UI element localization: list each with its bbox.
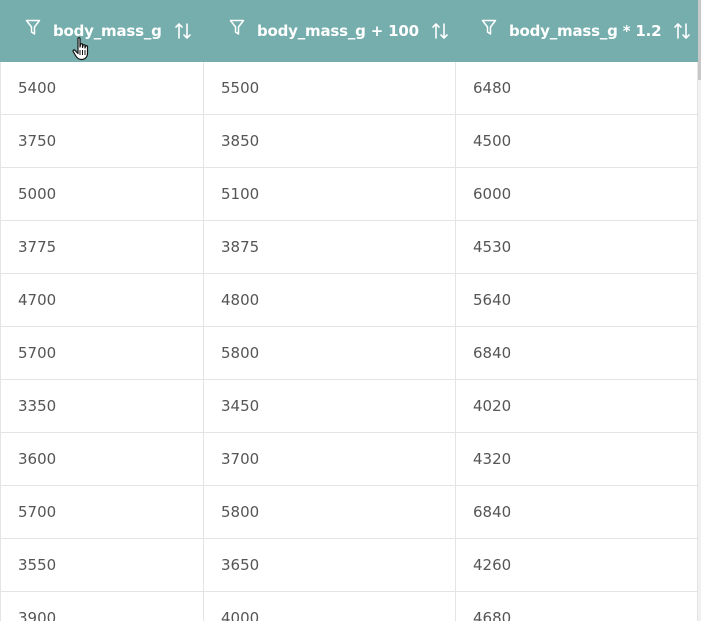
table-cell[interactable]: 3600 [0,433,204,485]
table-cell[interactable]: 6000 [456,168,698,220]
table-cell[interactable]: 4800 [204,274,456,326]
data-grid: body_mass_g body_mass_g + 100 body_mass_ [0,0,698,621]
table-cell[interactable]: 3750 [0,115,204,167]
sort-arrows-icon[interactable] [431,21,449,41]
data-grid-viewport: body_mass_g body_mass_g + 100 body_mass_ [0,0,701,621]
sort-arrows-icon[interactable] [174,21,192,41]
table-cell[interactable]: 3700 [204,433,456,485]
table-row[interactable]: 4700 4800 5640 [0,274,698,327]
filter-icon[interactable] [25,19,41,37]
filter-icon[interactable] [481,19,497,37]
table-cell[interactable]: 3900 [0,592,204,621]
filter-icon[interactable] [229,19,245,37]
table-cell[interactable]: 4680 [456,592,698,621]
table-row[interactable]: 3775 3875 4530 [0,221,698,274]
table-cell[interactable]: 4530 [456,221,698,273]
table-cell[interactable]: 5500 [204,62,456,114]
table-cell[interactable]: 5700 [0,486,204,538]
table-cell[interactable]: 4000 [204,592,456,621]
table-cell[interactable]: 4260 [456,539,698,591]
table-row[interactable]: 3750 3850 4500 [0,115,698,168]
table-row[interactable]: 5400 5500 6480 [0,62,698,115]
table-row[interactable]: 3550 3650 4260 [0,539,698,592]
table-cell[interactable]: 3850 [204,115,456,167]
table-row[interactable]: 5700 5800 6840 [0,486,698,539]
table-row[interactable]: 3600 3700 4320 [0,433,698,486]
table-row[interactable]: 3900 4000 4680 [0,592,698,621]
table-cell[interactable]: 3350 [0,380,204,432]
sort-arrows-icon[interactable] [673,21,691,41]
table-cell[interactable]: 6840 [456,327,698,379]
table-cell[interactable]: 5000 [0,168,204,220]
table-row[interactable]: 5700 5800 6840 [0,327,698,380]
table-cell[interactable]: 4700 [0,274,204,326]
table-cell[interactable]: 3550 [0,539,204,591]
table-cell[interactable]: 3875 [204,221,456,273]
table-row[interactable]: 3350 3450 4020 [0,380,698,433]
table-cell[interactable]: 3775 [0,221,204,273]
table-cell[interactable]: 5100 [204,168,456,220]
table-cell[interactable]: 4320 [456,433,698,485]
table-cell[interactable]: 5400 [0,62,204,114]
table-cell[interactable]: 4020 [456,380,698,432]
table-cell[interactable]: 5800 [204,486,456,538]
table-cell[interactable]: 5700 [0,327,204,379]
column-header-label: body_mass_g + 100 [257,22,419,40]
table-row[interactable]: 5000 5100 6000 [0,168,698,221]
grid-body: 5400 5500 6480 3750 3850 4500 5000 5100 … [0,62,698,621]
grid-header-row: body_mass_g body_mass_g + 100 body_mass_ [0,0,698,62]
table-cell[interactable]: 4500 [456,115,698,167]
column-header-body-mass-g-plus-100[interactable]: body_mass_g + 100 [204,0,456,62]
column-header-label: body_mass_g * 1.2 [509,22,662,40]
column-header-label: body_mass_g [53,22,162,40]
table-cell[interactable]: 6480 [456,62,698,114]
table-cell[interactable]: 5640 [456,274,698,326]
table-cell[interactable]: 3450 [204,380,456,432]
table-cell[interactable]: 5800 [204,327,456,379]
table-cell[interactable]: 6840 [456,486,698,538]
table-cell[interactable]: 3650 [204,539,456,591]
column-header-body-mass-g[interactable]: body_mass_g [0,0,204,62]
column-header-body-mass-g-times-1-2[interactable]: body_mass_g * 1.2 [456,0,698,62]
